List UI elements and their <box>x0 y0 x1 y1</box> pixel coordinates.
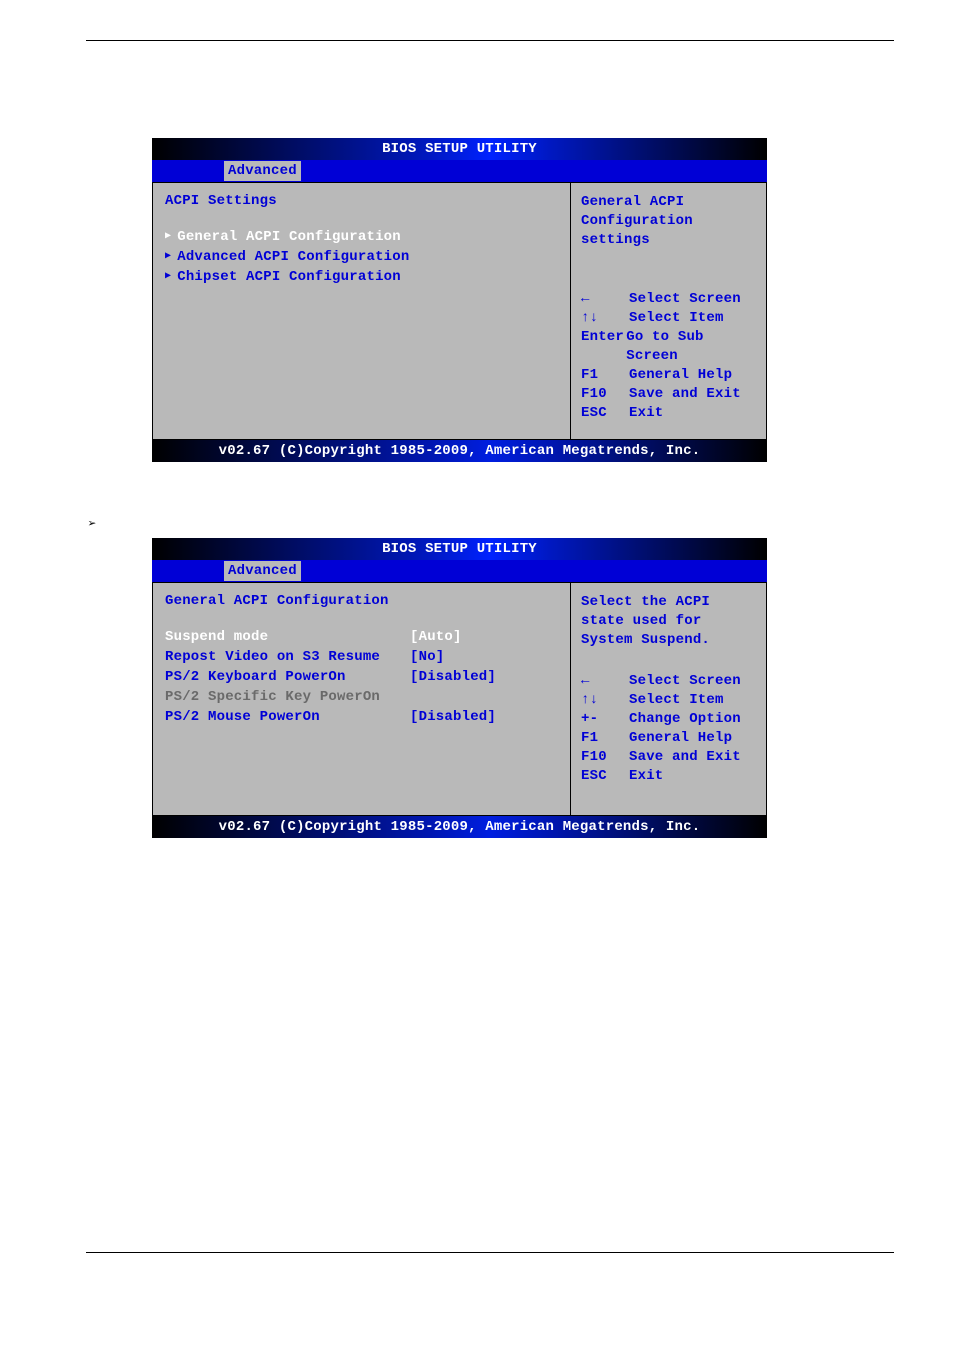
option-label: Suspend mode <box>165 627 410 647</box>
key-hint: ↑↓Select Item <box>581 691 756 710</box>
section-heading: General ACPI Configuration <box>165 593 558 609</box>
option-value: [Auto] <box>410 627 462 647</box>
option-value: [Disabled] <box>410 707 496 727</box>
key-desc: Select Item <box>629 309 724 328</box>
option-value: [No] <box>410 647 444 667</box>
help-text: Select the ACPI state used for System Su… <box>581 593 756 650</box>
key-hint: F1General Help <box>581 366 756 385</box>
option-ps2-mouse-poweron[interactable]: PS/2 Mouse PowerOn [Disabled] <box>165 707 558 727</box>
key-hint: F10Save and Exit <box>581 385 756 404</box>
key-desc: General Help <box>629 366 732 385</box>
menu-item-label: General ACPI Configuration <box>177 227 401 247</box>
window-title: BIOS SETUP UTILITY <box>152 138 767 160</box>
key-label: ESC <box>581 767 629 786</box>
key-hint: ↑↓Select Item <box>581 309 756 328</box>
key-desc: Save and Exit <box>629 748 741 767</box>
page-divider-top <box>86 40 894 41</box>
option-label: PS/2 Specific Key PowerOn <box>165 687 410 707</box>
bios-window-general-acpi: BIOS SETUP UTILITY Advanced General ACPI… <box>152 538 767 838</box>
option-label: PS/2 Keyboard PowerOn <box>165 667 410 687</box>
menu-item-chipset-acpi[interactable]: ▶ Chipset ACPI Configuration <box>165 267 558 287</box>
menu-item-advanced-acpi[interactable]: ▶ Advanced ACPI Configuration <box>165 247 558 267</box>
key-label: F1 <box>581 366 629 385</box>
help-pane: Select the ACPI state used for System Su… <box>570 582 767 816</box>
help-text: General ACPI Configuration settings <box>581 193 756 250</box>
key-desc: Go to Sub Screen <box>626 328 756 366</box>
bios-window-acpi-settings: BIOS SETUP UTILITY Advanced ACPI Setting… <box>152 138 767 462</box>
key-label: ← <box>581 290 629 309</box>
key-desc: Change Option <box>629 710 741 729</box>
key-desc: Save and Exit <box>629 385 741 404</box>
menu-item-label: Chipset ACPI Configuration <box>177 267 401 287</box>
page-divider-bottom <box>86 1252 894 1253</box>
main-pane: ACPI Settings ▶ General ACPI Configurati… <box>152 182 570 440</box>
key-label: ↑↓ <box>581 309 629 328</box>
tab-bar: Advanced <box>152 160 767 182</box>
key-label: ESC <box>581 404 629 423</box>
menu-item-general-acpi[interactable]: ▶ General ACPI Configuration <box>165 227 558 247</box>
key-hint: F10Save and Exit <box>581 748 756 767</box>
key-desc: Select Screen <box>629 672 741 691</box>
key-hint: ESCExit <box>581 767 756 786</box>
section-heading: ACPI Settings <box>165 193 558 209</box>
key-desc: General Help <box>629 729 732 748</box>
key-label: ↑↓ <box>581 691 629 710</box>
key-label: F1 <box>581 729 629 748</box>
menu-item-label: Advanced ACPI Configuration <box>177 247 409 267</box>
help-pane: General ACPI Configuration settings ←Sel… <box>570 182 767 440</box>
window-title: BIOS SETUP UTILITY <box>152 538 767 560</box>
key-desc: Select Item <box>629 691 724 710</box>
key-hint: ESCExit <box>581 404 756 423</box>
option-suspend-mode[interactable]: Suspend mode [Auto] <box>165 627 558 647</box>
tab-advanced[interactable]: Advanced <box>224 561 301 581</box>
triangle-right-icon: ▶ <box>165 247 171 267</box>
triangle-right-icon: ▶ <box>165 227 171 247</box>
key-hint: F1General Help <box>581 729 756 748</box>
option-value: [Disabled] <box>410 667 496 687</box>
key-desc: Exit <box>629 767 663 786</box>
key-label: ← <box>581 672 629 691</box>
main-pane: General ACPI Configuration Suspend mode … <box>152 582 570 816</box>
key-label: Enter <box>581 328 626 366</box>
option-label: Repost Video on S3 Resume <box>165 647 410 667</box>
footer-bar: v02.67 (C)Copyright 1985-2009, American … <box>152 816 767 838</box>
option-label: PS/2 Mouse PowerOn <box>165 707 410 727</box>
key-label: F10 <box>581 748 629 767</box>
key-desc: Exit <box>629 404 663 423</box>
tab-advanced[interactable]: Advanced <box>224 161 301 181</box>
key-hint: ←Select Screen <box>581 672 756 691</box>
footer-bar: v02.67 (C)Copyright 1985-2009, American … <box>152 440 767 462</box>
option-ps2-keyboard-poweron[interactable]: PS/2 Keyboard PowerOn [Disabled] <box>165 667 558 687</box>
list-bullet-icon: ➢ <box>88 516 96 533</box>
key-hint: EnterGo to Sub Screen <box>581 328 756 366</box>
key-label: F10 <box>581 385 629 404</box>
key-hint: +-Change Option <box>581 710 756 729</box>
tab-bar: Advanced <box>152 560 767 582</box>
option-repost-video[interactable]: Repost Video on S3 Resume [No] <box>165 647 558 667</box>
key-desc: Select Screen <box>629 290 741 309</box>
triangle-right-icon: ▶ <box>165 267 171 287</box>
key-label: +- <box>581 710 629 729</box>
key-hint: ←Select Screen <box>581 290 756 309</box>
option-ps2-specific-key-poweron: PS/2 Specific Key PowerOn <box>165 687 558 707</box>
